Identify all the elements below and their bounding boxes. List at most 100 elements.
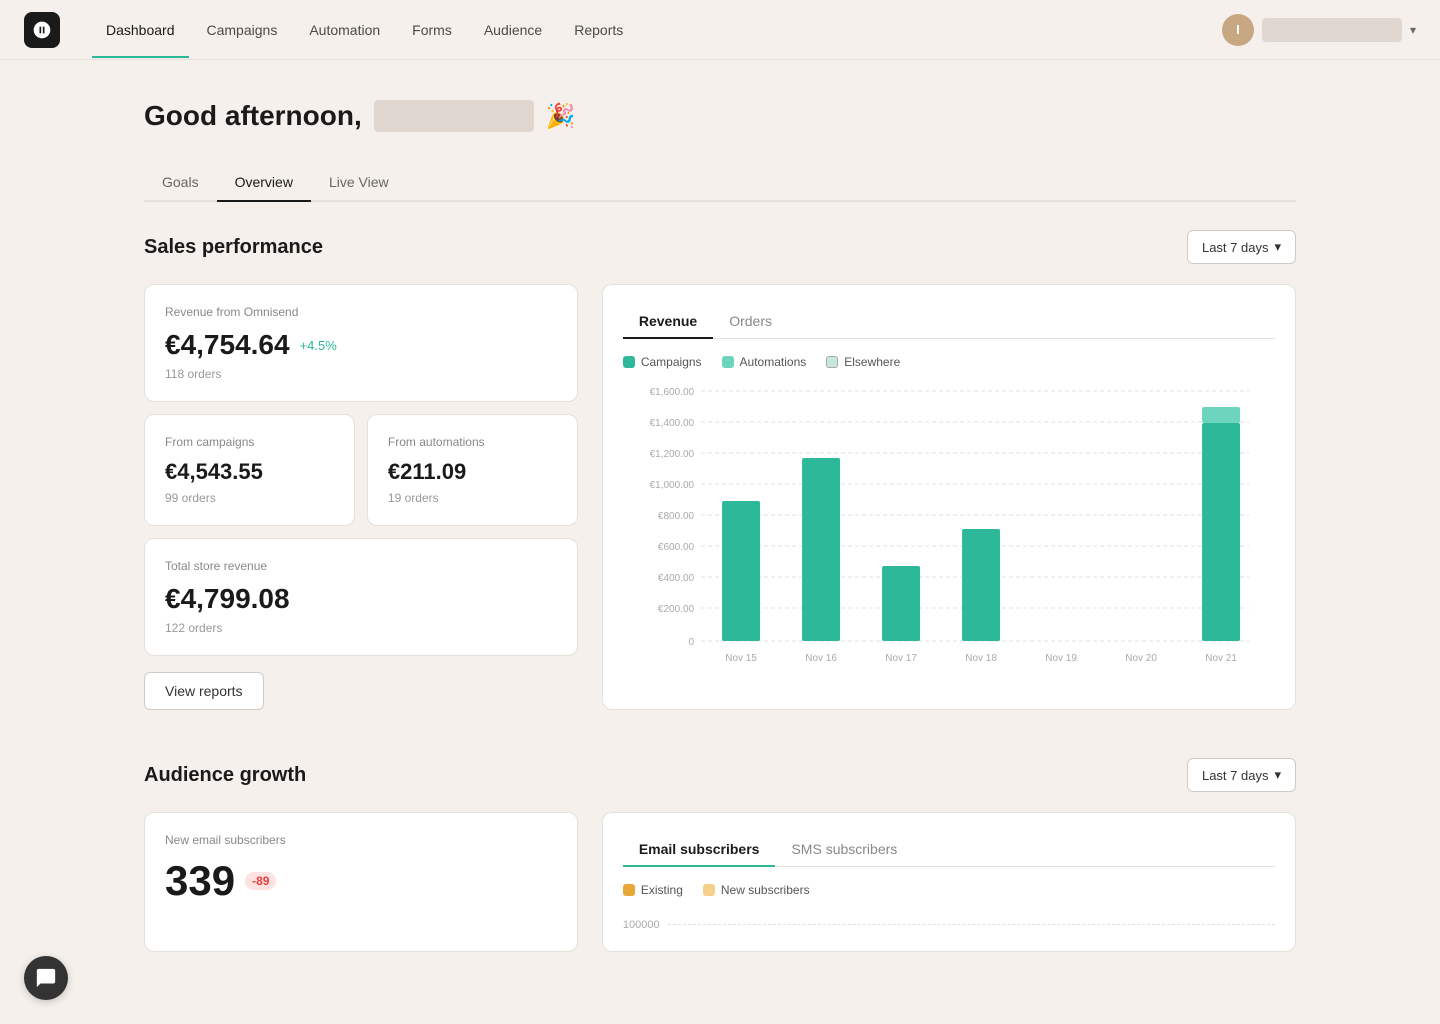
y-label: 100000 xyxy=(623,919,660,931)
legend-elsewhere: Elsewhere xyxy=(826,355,900,369)
svg-text:€1,000.00: €1,000.00 xyxy=(649,480,694,491)
chevron-down-icon: ▾ xyxy=(1274,239,1281,255)
revenue-svg: €1,600.00 €1,400.00 €1,200.00 €1,000.00 … xyxy=(623,383,1275,683)
main-content: Good afternoon, 🎉 Goals Overview Live Vi… xyxy=(120,60,1320,992)
revenue-amount: €4,754.64 xyxy=(165,329,290,361)
revenue-chart-panel: Revenue Orders Campaigns Automations Els… xyxy=(602,284,1296,710)
nav-forms[interactable]: Forms xyxy=(398,14,466,46)
svg-text:€1,600.00: €1,600.00 xyxy=(649,387,694,398)
logo[interactable] xyxy=(24,12,60,48)
legend-campaigns: Campaigns xyxy=(623,355,702,369)
campaigns-value: €4,543.55 xyxy=(165,459,334,485)
chart-tabs: Revenue Orders xyxy=(623,305,1275,339)
chart-tab-revenue[interactable]: Revenue xyxy=(623,305,713,339)
revenue-omnisend-card: Revenue from Omnisend €4,754.64 +4.5% 11… xyxy=(144,284,578,402)
svg-text:Nov 18: Nov 18 xyxy=(965,653,997,664)
total-revenue-value: €4,799.08 xyxy=(165,583,557,615)
svg-text:€400.00: €400.00 xyxy=(658,573,695,584)
bar-chart: €1,600.00 €1,400.00 €1,200.00 €1,000.00 … xyxy=(623,383,1275,683)
aud-tab-sms[interactable]: SMS subscribers xyxy=(775,833,913,867)
legend-new-subscribers: New subscribers xyxy=(703,883,810,897)
elsewhere-legend-label: Elsewhere xyxy=(844,355,900,369)
chevron-down-icon-2: ▾ xyxy=(1274,767,1281,783)
svg-text:Nov 21: Nov 21 xyxy=(1205,653,1237,664)
tab-overview[interactable]: Overview xyxy=(217,164,311,202)
total-revenue-label: Total store revenue xyxy=(165,559,557,573)
audience-chart-panel: Email subscribers SMS subscribers Existi… xyxy=(602,812,1296,952)
revenue-change-badge: +4.5% xyxy=(300,338,337,353)
nav-reports[interactable]: Reports xyxy=(560,14,637,46)
automations-value: €211.09 xyxy=(388,459,557,485)
aud-tab-email[interactable]: Email subscribers xyxy=(623,833,776,867)
chat-icon xyxy=(35,967,57,989)
total-orders: 122 orders xyxy=(165,621,557,635)
new-subs-legend-label: New subscribers xyxy=(721,883,810,897)
sales-left: Revenue from Omnisend €4,754.64 +4.5% 11… xyxy=(144,284,578,710)
svg-text:Nov 15: Nov 15 xyxy=(725,653,757,664)
audience-period-dropdown[interactable]: Last 7 days ▾ xyxy=(1187,758,1296,792)
nav-audience[interactable]: Audience xyxy=(470,14,556,46)
svg-text:€1,400.00: €1,400.00 xyxy=(649,418,694,429)
audience-period-label: Last 7 days xyxy=(1202,768,1269,783)
revenue-omnisend-label: Revenue from Omnisend xyxy=(165,305,557,319)
chart-tab-orders[interactable]: Orders xyxy=(713,305,788,339)
svg-text:Nov 19: Nov 19 xyxy=(1045,653,1077,664)
automations-legend-label: Automations xyxy=(740,355,807,369)
legend-automations: Automations xyxy=(722,355,807,369)
new-subs-legend-dot xyxy=(703,884,715,896)
svg-text:Nov 17: Nov 17 xyxy=(885,653,917,664)
sales-period-label: Last 7 days xyxy=(1202,240,1269,255)
campaigns-orders: 99 orders xyxy=(165,491,334,505)
subscriber-count: 339 xyxy=(165,857,235,905)
svg-text:€600.00: €600.00 xyxy=(658,542,695,553)
chat-button[interactable] xyxy=(24,956,68,1000)
audience-legend: Existing New subscribers xyxy=(623,883,1275,897)
tab-goals[interactable]: Goals xyxy=(144,164,217,202)
campaigns-label: From campaigns xyxy=(165,435,334,449)
automations-orders: 19 orders xyxy=(388,491,557,505)
sales-header: Sales performance Last 7 days ▾ xyxy=(144,230,1296,264)
audience-section: Audience growth Last 7 days ▾ New email … xyxy=(144,758,1296,952)
svg-text:Nov 16: Nov 16 xyxy=(805,653,837,664)
nav-chevron-icon[interactable]: ▾ xyxy=(1410,23,1416,37)
username-placeholder xyxy=(1262,18,1402,42)
new-subscribers-label: New email subscribers xyxy=(165,833,557,847)
audience-header: Audience growth Last 7 days ▾ xyxy=(144,758,1296,792)
nav-campaigns[interactable]: Campaigns xyxy=(193,14,292,46)
subscriber-badge: -89 xyxy=(245,872,276,890)
sub-cards-row: From campaigns €4,543.55 99 orders From … xyxy=(144,414,578,526)
chart-legend: Campaigns Automations Elsewhere xyxy=(623,355,1275,369)
user-name-placeholder xyxy=(374,100,534,132)
revenue-orders: 118 orders xyxy=(165,367,557,381)
svg-text:€800.00: €800.00 xyxy=(658,511,695,522)
user-avatar[interactable]: I xyxy=(1222,14,1254,46)
revenue-omnisend-value: €4,754.64 +4.5% xyxy=(165,329,557,361)
nav-right: I ▾ xyxy=(1222,14,1416,46)
view-reports-button[interactable]: View reports xyxy=(144,672,264,710)
automations-legend-dot xyxy=(722,356,734,368)
campaigns-legend-dot xyxy=(623,356,635,368)
svg-text:0: 0 xyxy=(688,637,694,648)
greeting-text: Good afternoon, xyxy=(144,100,362,132)
tab-live-view[interactable]: Live View xyxy=(311,164,407,202)
nav-links: Dashboard Campaigns Automation Forms Aud… xyxy=(92,14,1222,46)
svg-text:Nov 20: Nov 20 xyxy=(1125,653,1157,664)
nav-dashboard[interactable]: Dashboard xyxy=(92,14,189,46)
audience-layout: New email subscribers 339 -89 Email subs… xyxy=(144,812,1296,952)
nav-automation[interactable]: Automation xyxy=(295,14,394,46)
svg-text:€200.00: €200.00 xyxy=(658,604,695,615)
audience-chart-tabs: Email subscribers SMS subscribers xyxy=(623,833,1275,867)
automations-card: From automations €211.09 19 orders xyxy=(367,414,578,526)
audience-title: Audience growth xyxy=(144,764,306,787)
automations-label: From automations xyxy=(388,435,557,449)
sales-layout: Revenue from Omnisend €4,754.64 +4.5% 11… xyxy=(144,284,1296,710)
navbar: Dashboard Campaigns Automation Forms Aud… xyxy=(0,0,1440,60)
dashboard-tabs: Goals Overview Live View xyxy=(144,164,1296,202)
legend-existing: Existing xyxy=(623,883,683,897)
elsewhere-legend-dot xyxy=(826,356,838,368)
greeting: Good afternoon, 🎉 xyxy=(144,100,1296,132)
audience-chart-placeholder: 100000 xyxy=(623,911,1275,931)
svg-text:€1,200.00: €1,200.00 xyxy=(649,449,694,460)
sales-period-dropdown[interactable]: Last 7 days ▾ xyxy=(1187,230,1296,264)
subscriber-count-row: 339 -89 xyxy=(165,857,557,905)
